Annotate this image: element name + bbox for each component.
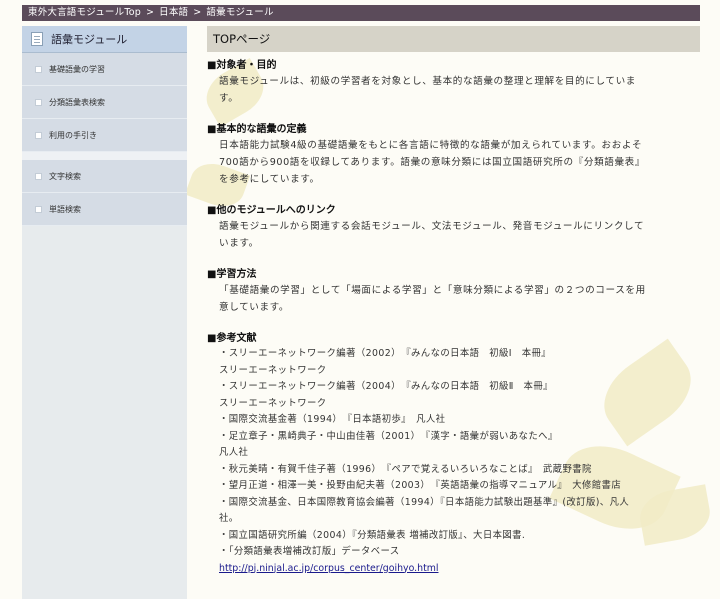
section-heading: ■基本的な語彙の定義 bbox=[207, 124, 307, 135]
breadcrumb-separator: > bbox=[193, 7, 202, 18]
section-heading: ■学習方法 bbox=[207, 269, 257, 280]
sidebar-item-character-search[interactable]: 文字検索 bbox=[22, 160, 187, 193]
reference-line: ・「分類語彙表増補改訂版」データベース bbox=[219, 546, 400, 557]
section-references: ■参考文献 ・スリーエーネットワーク編著（2002） 『みんなの日本語 初級Ⅰ … bbox=[207, 332, 700, 577]
goihyo-database-link[interactable]: http://pj.ninjal.ac.jp/corpus_center/goi… bbox=[219, 563, 439, 574]
sidebar-item-classified-search[interactable]: 分類語彙表検索 bbox=[22, 86, 187, 119]
document-icon bbox=[31, 32, 43, 46]
page-title: TOPページ bbox=[207, 26, 700, 52]
section-body: 日本語能力試験4級の基礎語彙をもとに各言語に特徴的な語彙が加えられています。おお… bbox=[219, 137, 700, 188]
text-line: います。 bbox=[219, 238, 259, 249]
reference-list: ・スリーエーネットワーク編著（2002） 『みんなの日本語 初級Ⅰ 本冊』 スリ… bbox=[219, 346, 700, 577]
reference-line: ・スリーエーネットワーク編著（2004） 『みんなの日本語 初級Ⅱ 本冊』 bbox=[219, 381, 553, 392]
bullet-icon bbox=[35, 172, 42, 180]
text-line: 「基礎語彙の学習」として「場面による学習」と「意味分類による学習」の２つのコース… bbox=[219, 285, 646, 296]
sidebar-menu-search: 文字検索 単語検索 bbox=[22, 160, 187, 226]
section-definition: ■基本的な語彙の定義 日本語能力試験4級の基礎語彙をもとに各言語に特徴的な語彙が… bbox=[207, 123, 700, 188]
text-line: 日本語能力試験4級の基礎語彙をもとに各言語に特徴的な語彙が加えられています。おお… bbox=[219, 140, 643, 151]
breadcrumb-home-link[interactable]: 東外大言語モジュールTop bbox=[28, 7, 141, 18]
text-line: を参考にしています。 bbox=[219, 174, 320, 185]
text-line: 700語から900語を収録してあります。語彙の意味分類には国立国語研究所の『分類… bbox=[219, 157, 646, 168]
reference-line: スリーエーネットワーク bbox=[219, 397, 327, 409]
breadcrumb-current: 語彙モジュール bbox=[206, 7, 274, 18]
breadcrumb-language-link[interactable]: 日本語 bbox=[159, 7, 188, 18]
reference-line: ・国際交流基金、日本国際教育協会編著（1994）『日本語能力試験出題基準』(改訂… bbox=[219, 496, 630, 508]
sidebar-item-label: 単語検索 bbox=[49, 204, 81, 214]
text-line: 意しています。 bbox=[219, 302, 290, 313]
section-heading: ■参考文献 bbox=[207, 333, 257, 344]
sidebar-item-usage-guide[interactable]: 利用の手引き bbox=[22, 119, 187, 152]
text-line: す。 bbox=[219, 93, 239, 104]
breadcrumb: 東外大言語モジュールTop > 日本語 > 語彙モジュール bbox=[22, 5, 700, 21]
reference-line: ・秋元美晴・有賀千佳子著（1996） 『ペアで覚えるいろいろなことば』 武蔵野書… bbox=[219, 463, 592, 475]
section-body: 語彙モジュールから関連する会話モジュール、文法モジュール、発音モジュールにリンク… bbox=[219, 218, 700, 252]
section-target: ■対象者・目的 語彙モジュールは、初級の学習者を対象とし、基本的な語彙の整理と理… bbox=[207, 59, 700, 107]
bullet-icon bbox=[35, 65, 42, 73]
section-body: 語彙モジュールは、初級の学習者を対象とし、基本的な語彙の整理と理解を目的にしてい… bbox=[219, 73, 700, 107]
sidebar-background bbox=[22, 226, 187, 599]
reference-line: ・国際交流基金著（1994） 『日本語初歩』 凡人社 bbox=[219, 414, 446, 425]
reference-line: ・国立国語研究所編（2004）『分類語彙表 増補改訂版』、大日本図書. bbox=[219, 529, 526, 541]
breadcrumb-separator: > bbox=[145, 7, 155, 18]
sidebar-item-word-search[interactable]: 単語検索 bbox=[22, 193, 187, 226]
reference-line: 社。 bbox=[219, 513, 239, 524]
bullet-icon bbox=[35, 131, 42, 139]
bullet-icon bbox=[35, 205, 42, 213]
section-links: ■他のモジュールへのリンク 語彙モジュールから関連する会話モジュール、文法モジュ… bbox=[207, 204, 700, 252]
sidebar-item-basic-vocabulary[interactable]: 基礎語彙の学習 bbox=[22, 53, 187, 86]
reference-line: ・スリーエーネットワーク編著（2002） 『みんなの日本語 初級Ⅰ 本冊』 bbox=[219, 348, 552, 359]
section-method: ■学習方法 「基礎語彙の学習」として「場面による学習」と「意味分類による学習」の… bbox=[207, 268, 700, 316]
sidebar: 語彙モジュール 基礎語彙の学習 分類語彙表検索 利用の手引き 文字検索 単語検索 bbox=[22, 26, 187, 599]
section-heading: ■対象者・目的 bbox=[207, 60, 277, 71]
sidebar-item-label: 文字検索 bbox=[49, 171, 81, 181]
section-heading: ■他のモジュールへのリンク bbox=[207, 205, 336, 216]
sidebar-item-label: 基礎語彙の学習 bbox=[49, 64, 105, 74]
reference-line: 凡人社 bbox=[219, 447, 249, 458]
bullet-icon bbox=[35, 98, 42, 106]
section-body: 「基礎語彙の学習」として「場面による学習」と「意味分類による学習」の２つのコース… bbox=[219, 282, 700, 316]
sidebar-header: 語彙モジュール bbox=[22, 26, 187, 53]
text-line: 語彙モジュールは、初級の学習者を対象とし、基本的な語彙の整理と理解を目的にしてい… bbox=[219, 76, 636, 87]
text-line: 語彙モジュールから関連する会話モジュール、文法モジュール、発音モジュールにリンク… bbox=[219, 221, 645, 232]
sidebar-item-label: 利用の手引き bbox=[49, 130, 97, 140]
sidebar-title: 語彙モジュール bbox=[51, 33, 128, 46]
reference-line: スリーエーネットワーク bbox=[219, 364, 327, 376]
main-content: TOPページ ■対象者・目的 語彙モジュールは、初級の学習者を対象とし、基本的な… bbox=[207, 26, 700, 577]
sidebar-menu-primary: 基礎語彙の学習 分類語彙表検索 利用の手引き bbox=[22, 53, 187, 152]
sidebar-item-label: 分類語彙表検索 bbox=[49, 97, 105, 107]
sidebar-divider bbox=[22, 152, 187, 160]
reference-line: ・望月正道・相澤一美・投野由紀夫著（2003） 『英語語彙の指導マニュアル』 大… bbox=[219, 480, 622, 491]
reference-line: ・足立章子・黒崎典子・中山由佳著（2001） 『漢字・語彙が弱いあなたへ』 bbox=[219, 430, 558, 442]
